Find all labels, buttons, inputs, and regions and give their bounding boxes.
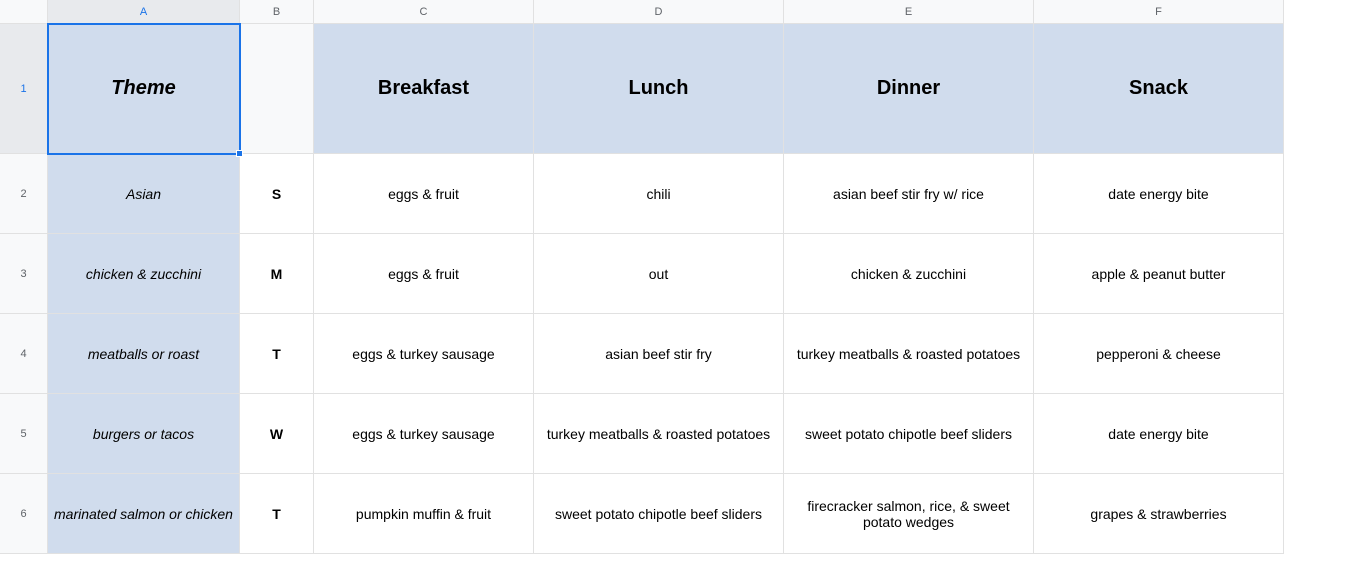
- cell-C6[interactable]: pumpkin muffin & fruit: [314, 474, 534, 554]
- row-header-3[interactable]: 3: [0, 234, 48, 314]
- row-header-4[interactable]: 4: [0, 314, 48, 394]
- selection-handle[interactable]: [236, 150, 243, 157]
- cell-B6[interactable]: T: [240, 474, 314, 554]
- cell-F6[interactable]: grapes & strawberries: [1034, 474, 1284, 554]
- cell-D2[interactable]: chili: [534, 154, 784, 234]
- cell-text: Theme: [111, 77, 175, 100]
- cell-A2[interactable]: Asian: [48, 154, 240, 234]
- cell-E6[interactable]: firecracker salmon, rice, & sweet potato…: [784, 474, 1034, 554]
- cell-D4[interactable]: asian beef stir fry: [534, 314, 784, 394]
- cell-B1[interactable]: [240, 24, 314, 154]
- cell-D3[interactable]: out: [534, 234, 784, 314]
- spreadsheet-grid: A B C D E F 1 Theme Breakfast Lunch Dinn…: [0, 0, 1365, 554]
- cell-C4[interactable]: eggs & turkey sausage: [314, 314, 534, 394]
- cell-E5[interactable]: sweet potato chipotle beef sliders: [784, 394, 1034, 474]
- cell-E2[interactable]: asian beef stir fry w/ rice: [784, 154, 1034, 234]
- select-all-corner[interactable]: [0, 0, 48, 24]
- cell-A3[interactable]: chicken & zucchini: [48, 234, 240, 314]
- row-header-6[interactable]: 6: [0, 474, 48, 554]
- cell-E1[interactable]: Dinner: [784, 24, 1034, 154]
- col-header-B[interactable]: B: [240, 0, 314, 24]
- cell-D6[interactable]: sweet potato chipotle beef sliders: [534, 474, 784, 554]
- cell-A6[interactable]: marinated salmon or chicken: [48, 474, 240, 554]
- cell-F3[interactable]: apple & peanut butter: [1034, 234, 1284, 314]
- cell-C1[interactable]: Breakfast: [314, 24, 534, 154]
- cell-B3[interactable]: M: [240, 234, 314, 314]
- cell-B5[interactable]: W: [240, 394, 314, 474]
- cell-A5[interactable]: burgers or tacos: [48, 394, 240, 474]
- col-header-D[interactable]: D: [534, 0, 784, 24]
- col-header-A[interactable]: A: [48, 0, 240, 24]
- cell-F4[interactable]: pepperoni & cheese: [1034, 314, 1284, 394]
- cell-D5[interactable]: turkey meatballs & roasted potatoes: [534, 394, 784, 474]
- cell-D1[interactable]: Lunch: [534, 24, 784, 154]
- cell-A1[interactable]: Theme: [48, 24, 240, 154]
- cell-B2[interactable]: S: [240, 154, 314, 234]
- cell-B4[interactable]: T: [240, 314, 314, 394]
- cell-C3[interactable]: eggs & fruit: [314, 234, 534, 314]
- cell-C2[interactable]: eggs & fruit: [314, 154, 534, 234]
- cell-C5[interactable]: eggs & turkey sausage: [314, 394, 534, 474]
- cell-F1[interactable]: Snack: [1034, 24, 1284, 154]
- row-header-1[interactable]: 1: [0, 24, 48, 154]
- col-header-F[interactable]: F: [1034, 0, 1284, 24]
- cell-F2[interactable]: date energy bite: [1034, 154, 1284, 234]
- cell-A4[interactable]: meatballs or roast: [48, 314, 240, 394]
- col-header-C[interactable]: C: [314, 0, 534, 24]
- col-header-E[interactable]: E: [784, 0, 1034, 24]
- row-header-5[interactable]: 5: [0, 394, 48, 474]
- cell-E4[interactable]: turkey meatballs & roasted potatoes: [784, 314, 1034, 394]
- cell-F5[interactable]: date energy bite: [1034, 394, 1284, 474]
- row-header-2[interactable]: 2: [0, 154, 48, 234]
- cell-E3[interactable]: chicken & zucchini: [784, 234, 1034, 314]
